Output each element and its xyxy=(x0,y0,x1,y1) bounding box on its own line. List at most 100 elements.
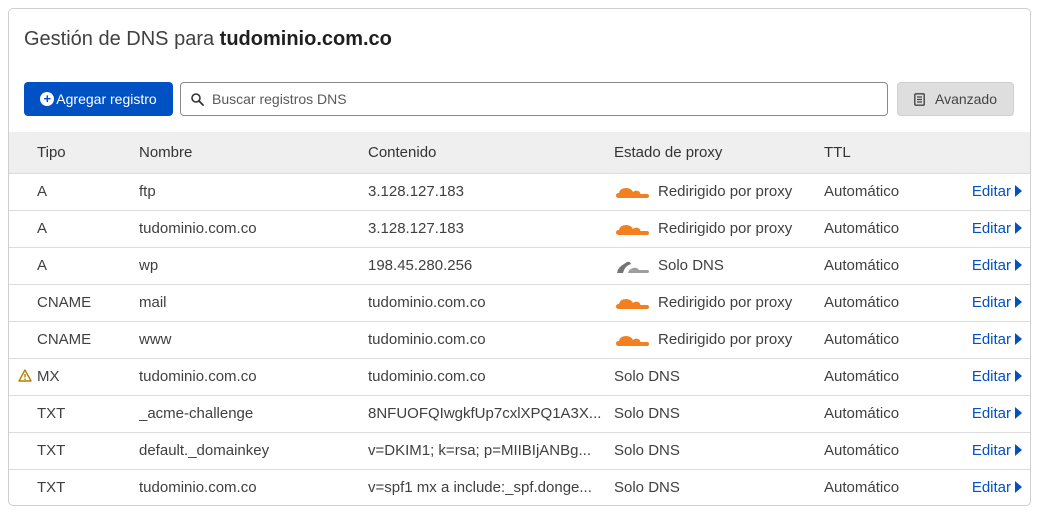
page-title: Gestión de DNS para tudominio.com.co xyxy=(24,28,392,51)
edit-record-link[interactable]: Editar xyxy=(950,395,1030,432)
edit-record-link[interactable]: Editar xyxy=(950,358,1030,395)
edit-label: Editar xyxy=(971,368,1011,385)
column-header-type[interactable]: Tipo xyxy=(9,132,139,173)
record-content-cell: 198.45.280.256 xyxy=(368,247,614,284)
record-content-cell: tudominio.com.co xyxy=(368,358,614,395)
record-ttl: Automático xyxy=(824,331,900,348)
proxy-status: Solo DNS xyxy=(658,257,724,274)
table-header-row: Tipo Nombre Contenido Estado de proxy TT… xyxy=(9,132,1030,173)
edit-record-link[interactable]: Editar xyxy=(950,321,1030,358)
record-name: wp xyxy=(139,257,159,274)
record-type-cell: TXT xyxy=(9,395,139,432)
record-ttl: Automático xyxy=(824,220,900,237)
advanced-label: Avanzado xyxy=(934,91,997,107)
orange-cloud-icon xyxy=(616,335,649,346)
record-name: _acme-challenge xyxy=(139,405,254,422)
record-ttl: Automático xyxy=(824,479,900,497)
column-header-name[interactable]: Nombre xyxy=(139,132,368,173)
record-type-cell: TXT xyxy=(9,432,139,469)
record-type: CNAME xyxy=(37,294,92,311)
record-type-cell: A xyxy=(9,173,139,210)
advanced-button[interactable]: Avanzado xyxy=(897,82,1014,116)
record-name: mail xyxy=(139,294,167,311)
proxy-status: Redirigido por proxy xyxy=(658,220,793,237)
record-content: 198.45.280.256 xyxy=(368,257,473,274)
orange-cloud-icon xyxy=(616,298,649,309)
search-input[interactable] xyxy=(210,84,887,114)
record-ttl: Automático xyxy=(824,368,900,385)
record-content-cell: 3.128.127.183 xyxy=(368,173,614,210)
search-box[interactable] xyxy=(180,82,888,116)
record-content-cell: 8NFUOFQIwgkfUp7cxlXPQ1A3X... xyxy=(368,395,614,432)
proxy-status: Solo DNS xyxy=(614,405,680,422)
edit-record-link[interactable]: Editar xyxy=(950,284,1030,321)
record-proxy-cell: Solo DNS xyxy=(614,247,824,284)
table-row: CNAME www tudominio.com.co Redirigido por p… xyxy=(9,321,1030,358)
edit-record-link[interactable]: Editar xyxy=(950,210,1030,247)
record-ttl: Automático xyxy=(824,442,900,459)
record-ttl: Automático xyxy=(824,183,900,200)
search-icon xyxy=(191,92,204,106)
record-name: www xyxy=(139,331,172,348)
table-row: Aftp 3.128.127.183 Redirigido por proxy Aut… xyxy=(9,173,1030,210)
record-type-cell: MX xyxy=(9,358,139,395)
record-type-cell: A xyxy=(9,210,139,247)
record-content: tudominio.com.co xyxy=(368,294,486,311)
record-proxy-cell: Redirigido por proxy xyxy=(614,173,824,210)
record-content: tudominio.com.co xyxy=(368,368,486,385)
record-content-cell: 3.128.127.183 xyxy=(368,210,614,247)
record-type: A xyxy=(37,183,48,200)
record-proxy-cell: Solo DNS xyxy=(614,432,824,469)
edit-label: Editar xyxy=(971,442,1011,459)
record-content-cell: v=spf1 mx a include:_spf.donge... xyxy=(368,469,614,505)
table-row: Awp 198.45.280.256 Solo DNS Automático Edita… xyxy=(9,247,1030,284)
record-type: A xyxy=(37,220,48,237)
column-header-content[interactable]: Contenido xyxy=(368,132,614,173)
edit-label: Editar xyxy=(971,405,1011,422)
caret-right-icon xyxy=(1015,407,1022,419)
record-type: TXT xyxy=(37,405,66,422)
orange-cloud-icon xyxy=(616,224,649,235)
page-title-domain: tudominio.com.co xyxy=(219,28,392,50)
column-header-proxy[interactable]: Estado de proxy xyxy=(614,132,824,173)
add-record-button[interactable]: + Agregar registro xyxy=(24,82,173,116)
record-name: tudominio.com.co xyxy=(139,368,257,385)
caret-right-icon xyxy=(1015,222,1022,234)
edit-record-link[interactable]: Editar xyxy=(950,469,1030,505)
proxy-status: Solo DNS xyxy=(614,479,680,497)
record-proxy-cell: Solo DNS xyxy=(614,469,824,505)
dns-management-panel: Gestión de DNS para tudominio.com.co + A… xyxy=(8,8,1031,506)
column-header-ttl[interactable]: TTL xyxy=(824,132,950,173)
add-record-label: Agregar registro xyxy=(56,91,157,107)
record-type: CNAME xyxy=(37,331,92,348)
record-type-cell: TXT xyxy=(9,469,139,505)
record-proxy-cell: Redirigido por proxy xyxy=(614,321,824,358)
edit-label: Editar xyxy=(971,257,1011,274)
record-ttl: Automático xyxy=(824,257,900,274)
edit-label: Editar xyxy=(971,220,1011,237)
record-content-cell: v=DKIM1; k=rsa; p=MIIBIjANBg... xyxy=(368,432,614,469)
column-header-actions xyxy=(950,132,1030,173)
page-title-prefix: Gestión de DNS para xyxy=(24,28,215,50)
record-type: MX xyxy=(37,368,60,385)
edit-record-link[interactable]: Editar xyxy=(950,432,1030,469)
record-proxy-cell: Redirigido por proxy xyxy=(614,284,824,321)
record-proxy-cell: Redirigido por proxy xyxy=(614,210,824,247)
record-name: tudominio.com.co xyxy=(139,220,257,237)
proxy-status: Solo DNS xyxy=(614,442,680,459)
record-type-cell: CNAME xyxy=(9,284,139,321)
edit-record-link[interactable]: Editar xyxy=(950,247,1030,284)
document-icon xyxy=(914,92,925,106)
edit-label: Editar xyxy=(971,331,1011,348)
caret-right-icon xyxy=(1015,185,1022,197)
table-row: MX tudominio.com.co tudominio.com.co Solo D… xyxy=(9,358,1030,395)
caret-right-icon xyxy=(1015,296,1022,308)
record-content: 8NFUOFQIwgkfUp7cxlXPQ1A3X... xyxy=(368,405,602,422)
edit-record-link[interactable]: Editar xyxy=(950,173,1030,210)
caret-right-icon xyxy=(1015,444,1022,456)
proxy-status: Solo DNS xyxy=(614,368,680,385)
record-content: 3.128.127.183 xyxy=(368,183,464,200)
record-proxy-cell: Solo DNS xyxy=(614,395,824,432)
record-content: v=DKIM1; k=rsa; p=MIIBIjANBg... xyxy=(368,442,591,459)
record-content-cell: tudominio.com.co xyxy=(368,284,614,321)
